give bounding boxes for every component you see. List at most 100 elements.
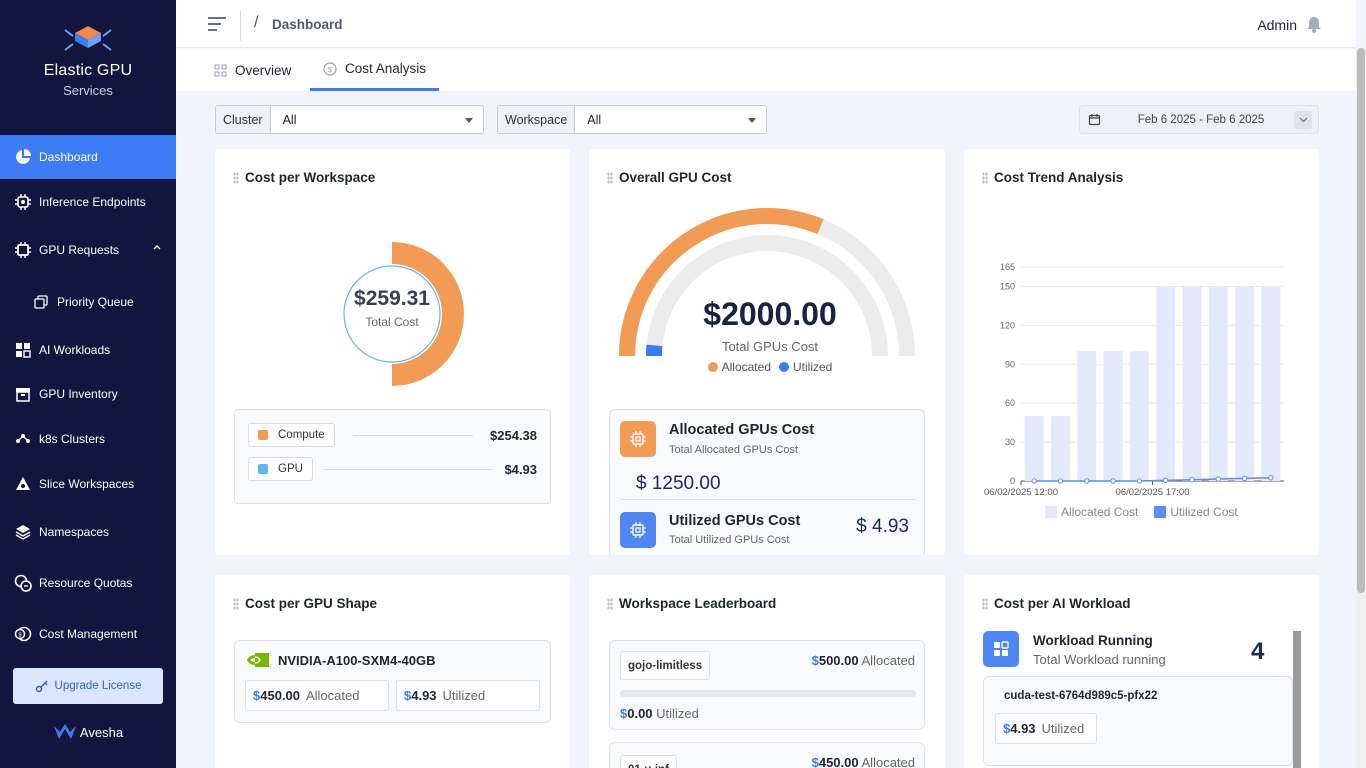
allocated-cost-bar[interactable] bbox=[1103, 351, 1123, 481]
y-tick-label: 120 bbox=[1000, 320, 1015, 330]
allocated-cost-bar[interactable] bbox=[1077, 351, 1097, 481]
utilized-cost-point[interactable] bbox=[1268, 475, 1274, 481]
drag-handle-icon[interactable] bbox=[233, 171, 239, 184]
menu-icon[interactable] bbox=[207, 15, 227, 33]
card-title-text: Cost per AI Workload bbox=[994, 596, 1131, 611]
overall-gpu-cost-card: Overall GPU Cost $2000.00 Total GPUs Cos… bbox=[589, 149, 945, 555]
utilized-cost-point[interactable] bbox=[1110, 478, 1116, 484]
bell-icon[interactable] bbox=[1306, 16, 1322, 33]
workspace-select-value[interactable]: All bbox=[575, 106, 766, 133]
cluster-select-value[interactable]: All bbox=[271, 106, 483, 133]
leaderboard-utilized: $0.00 Utilized bbox=[620, 706, 699, 721]
utilized-cost-point[interactable] bbox=[1031, 478, 1037, 484]
workload-list-scrollbar[interactable] bbox=[1293, 631, 1301, 768]
gpu-icon bbox=[14, 241, 32, 259]
drag-handle-icon[interactable] bbox=[607, 171, 613, 184]
utilized-chip-icon bbox=[620, 512, 656, 548]
drag-handle-icon[interactable] bbox=[982, 597, 988, 610]
chip-icon bbox=[14, 193, 32, 211]
workspace-select[interactable]: Workspace All bbox=[497, 105, 767, 134]
card-title-text: Cost per Workspace bbox=[245, 170, 376, 185]
user-name: Admin bbox=[1257, 16, 1297, 33]
page-scrollbar-thumb[interactable] bbox=[1357, 48, 1365, 593]
legend-chip-compute[interactable]: Compute bbox=[248, 423, 335, 447]
legend-allocated-cost[interactable]: Allocated Cost bbox=[1045, 505, 1138, 519]
sidebar-item-priority-queue[interactable]: Priority Queue bbox=[0, 280, 176, 324]
sidebar-item-dashboard[interactable]: Dashboard bbox=[0, 135, 176, 179]
utilized-cost-point[interactable] bbox=[1057, 478, 1064, 484]
allocated-cost-bar[interactable] bbox=[1261, 286, 1281, 481]
topbar-divider bbox=[240, 10, 241, 41]
sidebar-item-cost-management[interactable]: $ Cost Management bbox=[0, 612, 176, 656]
allocated-cost-title: Allocated GPUs Cost bbox=[669, 422, 815, 438]
allocated-cost-bar[interactable] bbox=[1235, 286, 1255, 481]
inventory-icon bbox=[14, 385, 32, 403]
x-tick-label: 06/02/2025 12:00 bbox=[984, 487, 1058, 498]
sidebar-item-gpu-requests[interactable]: GPU Requests bbox=[0, 228, 176, 272]
drag-handle-icon[interactable] bbox=[607, 597, 613, 610]
utilized-cost-point[interactable] bbox=[1136, 478, 1143, 484]
sidebar-item-inference-endpoints[interactable]: Inference Endpoints bbox=[0, 180, 176, 224]
cost-trend-card: Cost Trend Analysis 0 30 60 90 120 150 165 06/0… bbox=[964, 149, 1319, 555]
total-gpu-cost-value: $2000.00 bbox=[703, 296, 837, 332]
allocated-cost-bar[interactable] bbox=[1208, 286, 1228, 481]
utilized-cost-point[interactable] bbox=[1241, 475, 1248, 482]
utilized-cost-point[interactable] bbox=[1215, 476, 1221, 482]
sidebar-item-label: Slice Workspaces bbox=[39, 477, 135, 491]
legend-dot bbox=[707, 362, 718, 372]
legend-utilized-cost[interactable]: Utilized Cost bbox=[1154, 505, 1238, 519]
nvidia-icon bbox=[247, 653, 269, 667]
drag-handle-icon[interactable] bbox=[233, 597, 239, 610]
utilized-cost-title: Utilized GPUs Cost bbox=[669, 513, 801, 529]
legend-chip-gpu[interactable]: GPU bbox=[248, 457, 313, 481]
tab-overview[interactable]: Overview bbox=[214, 49, 291, 91]
sidebar-item-ai-workloads[interactable]: AI Workloads bbox=[0, 328, 176, 372]
workspace-name-chip[interactable]: 01-v-inf bbox=[620, 755, 677, 768]
utilized-cost-point[interactable] bbox=[1189, 477, 1195, 483]
y-tick-label: 165 bbox=[1000, 262, 1015, 272]
legend-allocated[interactable]: Allocated bbox=[707, 360, 771, 374]
legend-swatch bbox=[1154, 506, 1167, 518]
workspace-name-chip[interactable]: gojo-limitless bbox=[620, 651, 711, 680]
sidebar-item-k8s-clusters[interactable]: k8s Clusters bbox=[0, 417, 176, 461]
total-gpu-cost-label: Total GPUs Cost bbox=[721, 339, 819, 354]
workspace-select-label: Workspace bbox=[498, 106, 576, 133]
leaderboard-row[interactable]: 01-v-inf $450.00 Allocated bbox=[609, 742, 925, 768]
workspace-legend: Compute $254.38 GPU $4.93 bbox=[234, 409, 551, 504]
user-menu[interactable]: Admin bbox=[1257, 16, 1322, 33]
breadcrumb[interactable]: Dashboard bbox=[272, 17, 343, 32]
drag-handle-icon[interactable] bbox=[982, 171, 988, 184]
workload-running-count: 4 bbox=[1251, 638, 1265, 665]
date-range-picker[interactable]: Feb 6 2025 - Feb 6 2025 bbox=[1079, 105, 1319, 134]
workload-running-subtitle: Total Workload running bbox=[1033, 652, 1166, 667]
cost-trend-chart: 0 30 60 90 120 150 165 06/02/2025 12:00 06/02/20… bbox=[984, 262, 1284, 498]
card-title: Workspace Leaderboard bbox=[607, 596, 776, 611]
queue-icon bbox=[32, 293, 50, 311]
allocated-cost-bar[interactable] bbox=[1024, 416, 1044, 481]
allocated-cost-bar[interactable] bbox=[1050, 416, 1070, 481]
chevron-down-icon[interactable] bbox=[1294, 110, 1312, 129]
legend-utilized[interactable]: Utilized bbox=[779, 360, 832, 374]
utilized-cost-point[interactable] bbox=[1084, 478, 1090, 484]
sidebar-item-gpu-inventory[interactable]: GPU Inventory bbox=[0, 372, 176, 416]
tab-cost-analysis[interactable]: $ Cost Analysis bbox=[310, 49, 440, 91]
y-tick-label: 0 bbox=[1010, 476, 1015, 486]
legend-label: Allocated bbox=[721, 360, 771, 374]
leaderboard-row[interactable]: gojo-limitless $500.00 Allocated $0.00 U… bbox=[609, 640, 925, 730]
cost-per-ai-workload-card: Cost per AI Workload Workload Running To… bbox=[964, 575, 1319, 768]
legend-swatch bbox=[258, 430, 268, 440]
allocated-cost-bar[interactable] bbox=[1156, 286, 1176, 481]
upgrade-license-button[interactable]: Upgrade License bbox=[13, 668, 163, 704]
workload-item[interactable]: cuda-test-6764d989c5-pfx22 $4.93 Utilized bbox=[983, 676, 1293, 766]
layers-icon bbox=[14, 523, 32, 541]
utilized-cost-point[interactable] bbox=[1162, 477, 1169, 484]
grid-icon bbox=[214, 64, 227, 76]
allocated-cost-bar[interactable] bbox=[1182, 286, 1202, 481]
card-title-text: Cost per GPU Shape bbox=[245, 596, 378, 611]
chevron-up-icon[interactable] bbox=[152, 242, 162, 252]
sidebar-item-namespaces[interactable]: Namespaces bbox=[0, 510, 176, 554]
allocated-cost-bar[interactable] bbox=[1129, 351, 1149, 481]
sidebar-item-slice-workspaces[interactable]: Slice Workspaces bbox=[0, 462, 176, 506]
cluster-select[interactable]: Cluster All bbox=[215, 105, 484, 134]
sidebar-item-resource-quotas[interactable]: Resource Quotas bbox=[0, 561, 176, 605]
